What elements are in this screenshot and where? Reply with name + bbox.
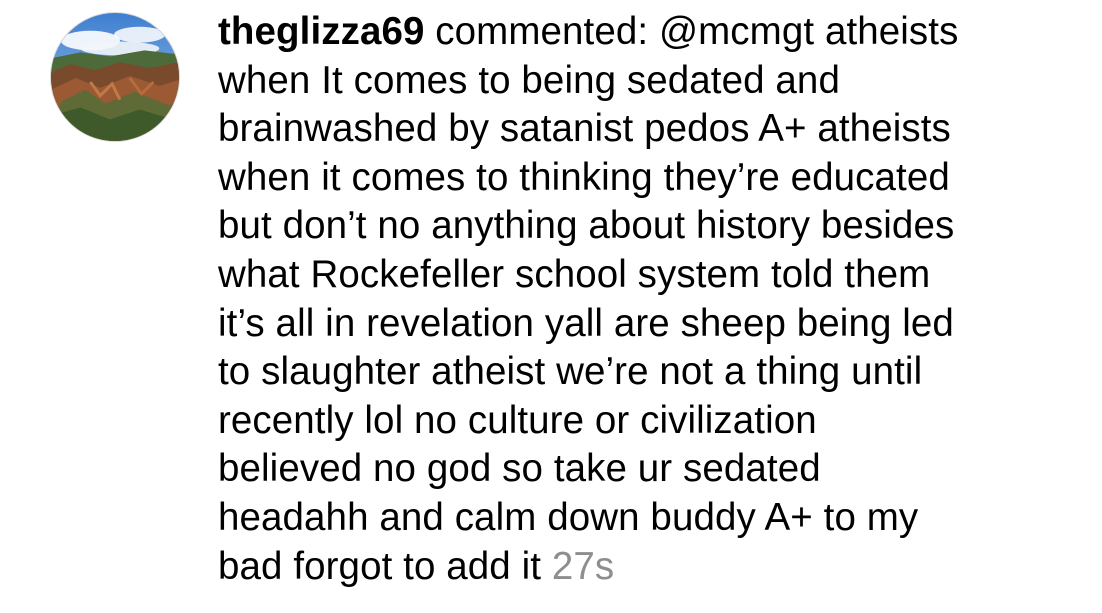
comment-line: bad forgot to add it	[218, 544, 542, 588]
canyon-landscape-photo-icon	[51, 13, 179, 141]
comment-line: atheists	[824, 10, 959, 53]
comment-line: headahh and calm down buddy A+ to my	[218, 495, 919, 539]
comment-line: but don’t no anything about history besi…	[218, 204, 955, 248]
mention-link[interactable]: @mcmgt	[659, 10, 814, 53]
timestamp: 27s	[551, 544, 615, 588]
avatar[interactable]	[50, 12, 180, 142]
activity-notification-row[interactable]: theglizza69 commented: @mcmgt atheists w…	[0, 0, 1102, 613]
comment-line: when It comes to being sedated and	[218, 58, 840, 102]
username-link[interactable]: theglizza69	[218, 10, 425, 53]
comment-line: believed no god so take ur sedated	[218, 447, 821, 491]
comment-text: theglizza69 commented: @mcmgt atheists w…	[218, 8, 1078, 591]
comment-line: it’s all in revelation yall are sheep be…	[218, 301, 954, 345]
action-text: commented:	[435, 10, 649, 53]
comment-line: to slaughter atheist we’re not a thing u…	[218, 350, 923, 394]
comment-line: brainwashed by satanist pedos A+ atheist…	[218, 107, 951, 151]
comment-line: what Rockefeller school system told them	[218, 252, 931, 296]
comment-line: when it comes to thinking they’re educat…	[218, 155, 950, 199]
comment-line: recently lol no culture or civilization	[218, 398, 817, 442]
